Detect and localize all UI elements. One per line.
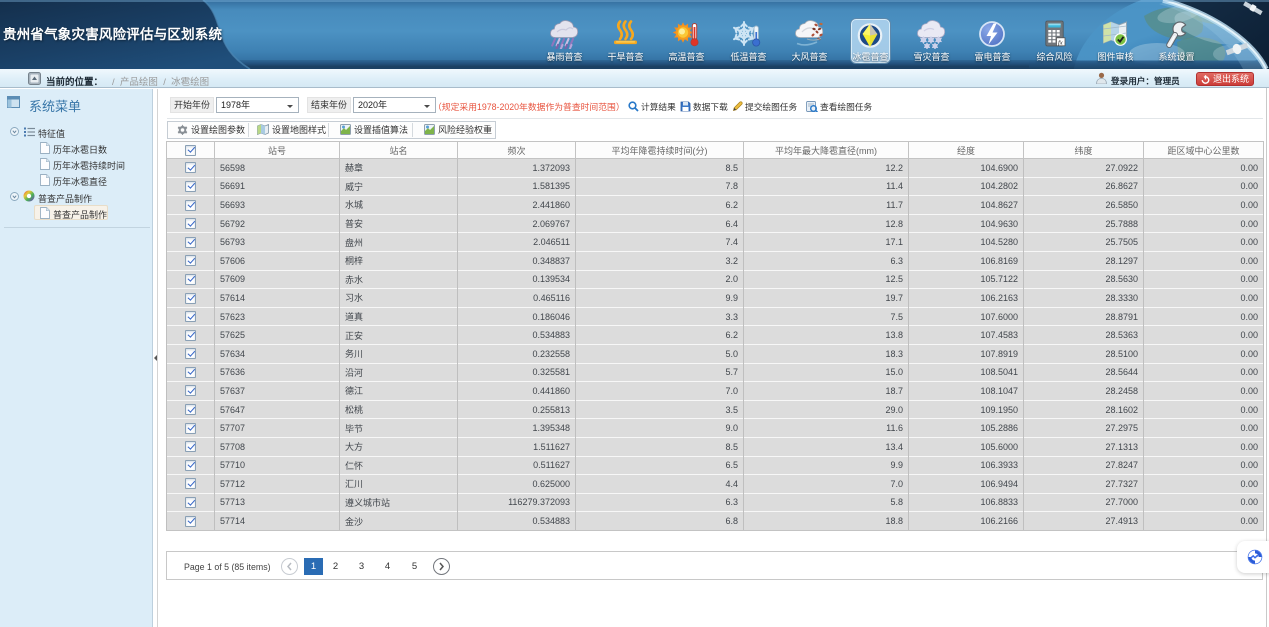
svg-text:fx: fx — [1058, 39, 1063, 46]
